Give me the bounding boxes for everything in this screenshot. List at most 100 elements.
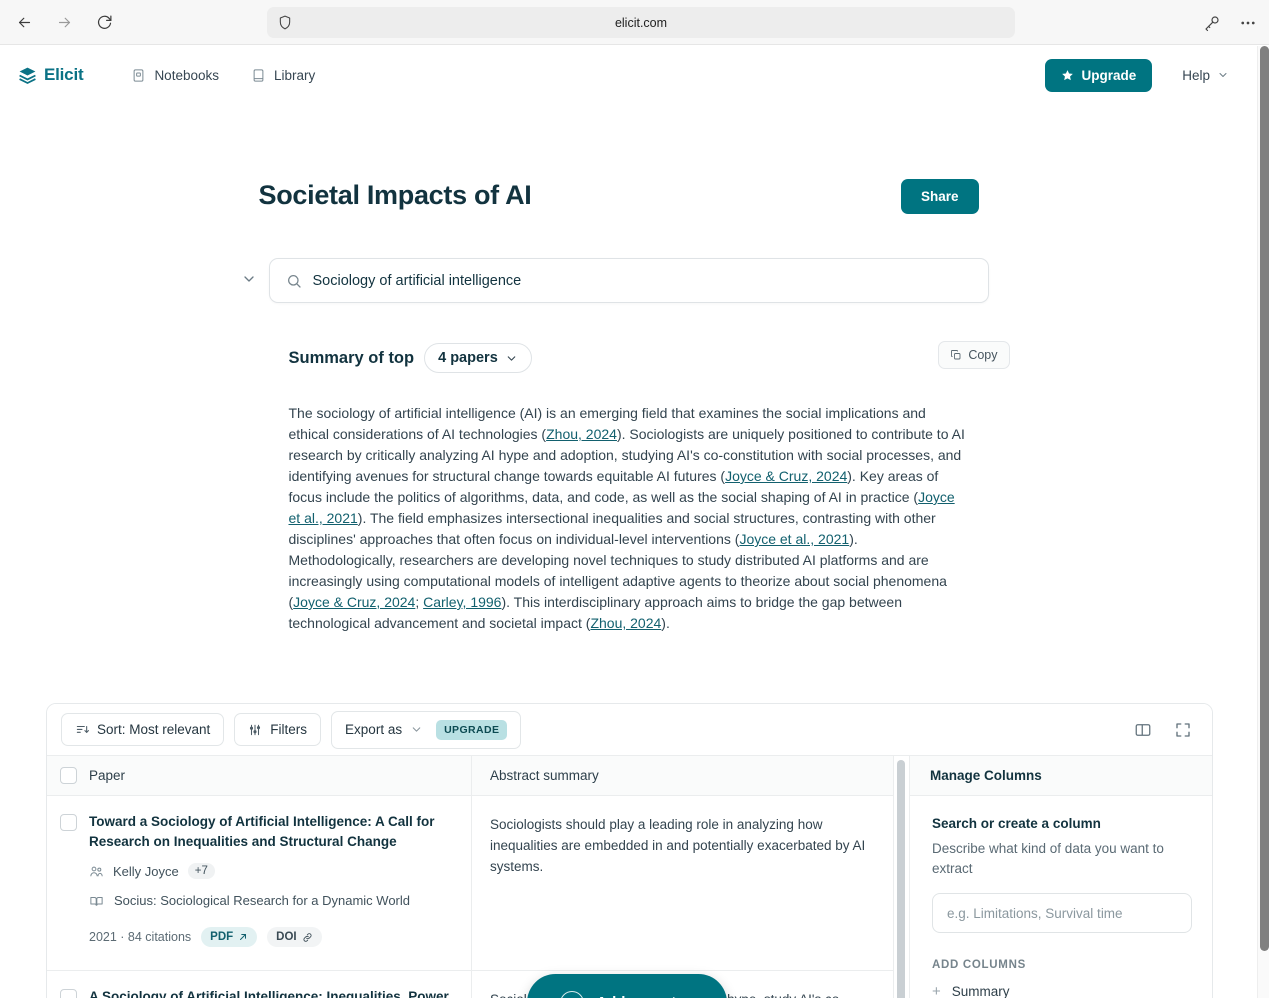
back-arrow-icon [18,17,30,27]
citation-link[interactable]: Joyce & Cruz, 2024 [725,468,847,484]
page-scrollbar[interactable] [1257,46,1269,998]
row-checkbox[interactable] [59,814,77,831]
plus-icon: + [932,983,941,998]
page-scrollbar-thumb[interactable] [1260,46,1269,951]
select-all-cell [47,767,89,784]
more-options-icon[interactable] [1235,10,1261,36]
select-all-checkbox[interactable] [59,767,77,784]
title-row: Societal Impacts of AI Share [0,179,1257,214]
forward-arrow-icon [58,17,70,27]
chevron-down-icon [412,727,421,732]
download-circle-icon [560,990,585,998]
app-content: Elicit Notebooks Library Upgrade Help So… [0,46,1257,998]
add-column-summary[interactable]: + Summary [932,984,1192,998]
forward-button[interactable] [50,8,78,36]
papers-count-dropdown[interactable]: 4 papers [424,343,532,373]
citation-link[interactable]: Joyce et al., 2021 [739,531,849,547]
app-header: Elicit Notebooks Library Upgrade Help [0,46,1257,104]
search-create-column-title: Search or create a column [932,816,1101,831]
add-columns-section-label: ADD COLUMNS [932,959,1026,971]
summary-label: Summary of top [288,348,415,367]
share-button[interactable]: Share [900,179,979,214]
table-row[interactable]: A Sociology of Artificial Intelligence: … [47,971,893,998]
export-as-button[interactable]: Export as UPGRADE [331,710,522,749]
column-header-paper[interactable]: Paper [89,767,471,785]
row-select-cell [47,971,89,998]
summary-section: Summary of top 4 papers Copy The sociolo… [0,341,1257,634]
paper-author-name: Kelly Joyce [113,863,179,879]
external-link-icon [240,934,247,940]
paper-title-link[interactable]: A Sociology of Artificial Intelligence: … [89,987,455,998]
book-icon [253,68,264,82]
browser-right-controls [1199,0,1261,45]
shield-icon [277,14,293,31]
results-table: Paper Abstract summary Toward a Sociolog… [47,756,893,998]
reload-button[interactable] [90,8,118,36]
paper-authors: Kelly Joyce +7 [89,863,455,879]
address-bar[interactable]: elicit.com [267,7,1015,38]
paper-journal-name: Socius: Sociological Research for a Dyna… [114,893,410,908]
table-vertical-scrollbar[interactable] [893,756,909,998]
paper-cell: Toward a Sociology of Artificial Intelli… [89,796,471,970]
pdf-label: PDF [210,931,234,943]
star-icon [1062,69,1074,80]
row-checkbox[interactable] [59,989,77,998]
column-header-abstract[interactable]: Abstract summary [471,756,893,795]
key-icon[interactable] [1199,10,1225,36]
back-button[interactable] [10,8,38,36]
copy-button[interactable]: Copy [938,341,1010,369]
add-new-step-button[interactable]: Add new step [527,974,727,998]
side-panel-toggle-button[interactable] [1128,715,1158,745]
chevron-down-icon [244,276,254,282]
nav-notebooks[interactable]: Notebooks [119,61,231,90]
help-label: Help [1182,67,1210,83]
paper-authors-more[interactable]: +7 [187,863,215,879]
filters-button[interactable]: Filters [234,713,322,746]
share-button-label: Share [920,189,959,204]
reload-icon [97,15,111,29]
pdf-link-button[interactable]: PDF [201,927,258,947]
brand-name: Elicit [44,65,84,84]
page-title: Societal Impacts of AI [258,180,532,210]
paper-meta: 2021 · 84 citations PDF DOI [89,927,455,947]
doi-label: DOI [276,931,297,943]
table-row[interactable]: Toward a Sociology of Artificial Intelli… [47,796,893,971]
search-create-column-subtitle: Describe what kind of data you want to e… [932,841,1164,876]
sort-button[interactable]: Sort: Most relevant [61,713,225,746]
citation-link[interactable]: Joyce & Cruz, 2024 [293,594,415,610]
manage-columns-body: Search or create a column Describe what … [910,796,1212,998]
upgrade-button-label: Upgrade [1081,67,1137,83]
citation-link[interactable]: Zhou, 2024 [590,615,661,631]
nav-library[interactable]: Library [239,61,327,90]
citation-link[interactable]: Carley, 1996 [423,594,501,610]
summary-text: The sociology of artificial intelligence… [288,405,965,631]
citation-link[interactable]: Zhou, 2024 [546,426,617,442]
book-open-icon [90,896,103,906]
papers-count-label: 4 papers [438,350,498,366]
browser-nav-buttons [0,8,118,36]
expand-button[interactable] [1168,715,1198,745]
citation-link[interactable]: Joyce et al., 2021 [289,489,955,526]
add-column-summary-label: Summary [951,984,1010,998]
elicit-logo[interactable]: Elicit [18,65,84,85]
column-header-abstract-label: Abstract summary [490,768,599,783]
search-input[interactable]: Sociology of artificial intelligence [268,258,989,303]
row-select-cell [47,796,89,970]
link-icon [303,932,312,942]
collapse-step-toggle[interactable] [238,268,260,290]
chevron-down-icon [507,355,516,361]
paper-title-link[interactable]: Toward a Sociology of Artificial Intelli… [89,812,455,852]
main-nav: Notebooks Library [119,61,327,90]
people-icon [90,866,103,876]
search-input-value: Sociology of artificial intelligence [312,272,522,289]
nav-library-label: Library [273,67,316,83]
doi-link-button[interactable]: DOI [267,927,322,947]
upgrade-tag: UPGRADE [436,719,508,740]
help-menu[interactable]: Help [1174,61,1237,90]
table-scrollbar-thumb[interactable] [897,760,905,998]
upgrade-button[interactable]: Upgrade [1045,58,1153,92]
column-search-input[interactable]: e.g. Limitations, Survival time [932,893,1192,933]
search-row: Sociology of artificial intelligence [0,258,1257,303]
manage-columns-panel: Manage Columns Search or create a column… [909,756,1212,998]
chevron-down-icon [1219,73,1227,77]
